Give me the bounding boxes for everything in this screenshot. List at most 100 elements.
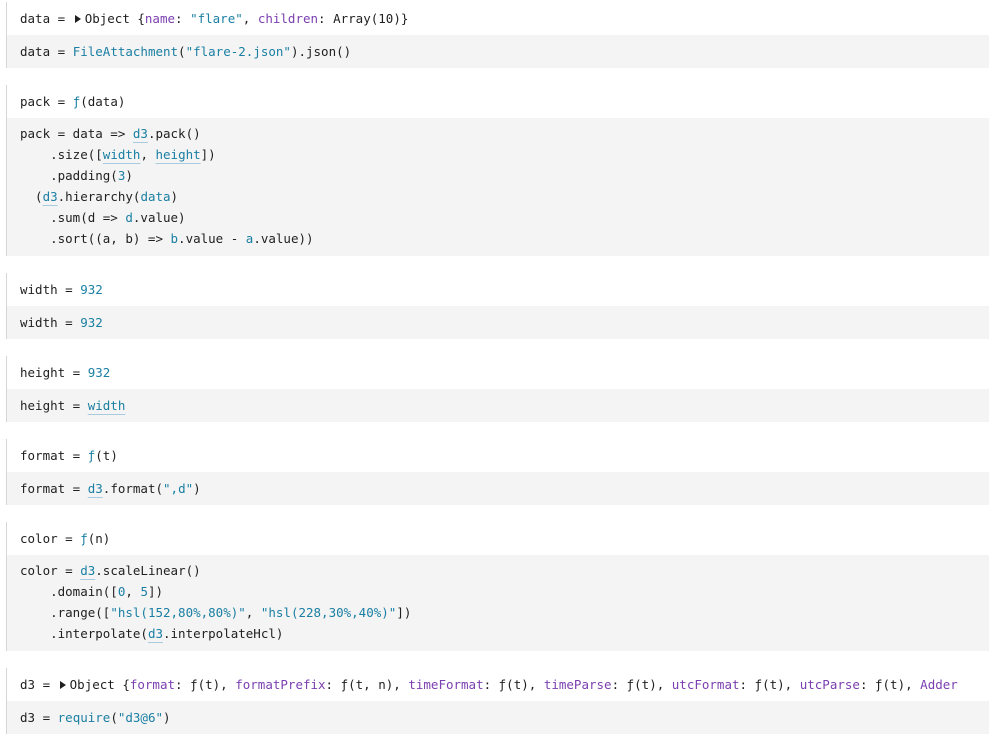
reference-link[interactable]: d3 <box>88 481 103 496</box>
variable: d <box>125 210 133 225</box>
cell-color[interactable]: color = ƒ(n) color = d3.scaleLinear() .d… <box>6 522 989 651</box>
code-text: ( <box>20 189 43 204</box>
number-value: 932 <box>80 282 103 297</box>
reference-link[interactable]: width <box>88 398 126 413</box>
code-text: .hierarchy( <box>57 189 141 204</box>
cell-name: width <box>20 315 58 330</box>
cell-name: pack <box>20 94 51 109</box>
code-text: , <box>140 147 156 162</box>
cell-width[interactable]: width = 932 width = 932 <box>6 273 989 339</box>
code-text: ]) <box>396 605 412 620</box>
reference-link[interactable]: width <box>103 147 141 162</box>
code-text: .interpolateHcl) <box>163 626 284 641</box>
string-literal: "d3@6" <box>117 710 164 725</box>
variable: b <box>170 231 179 246</box>
equals: = <box>65 365 88 380</box>
code-text: ]) <box>147 584 164 599</box>
cell-format-source[interactable]: format = d3.format(",d") <box>7 472 989 505</box>
code-text: .value) <box>132 210 186 225</box>
reference-link[interactable]: d3 <box>80 563 95 578</box>
equals: = <box>65 481 88 496</box>
expand-triangle-icon[interactable] <box>59 681 66 689</box>
comma: , <box>242 11 258 26</box>
object-key: formatPrefix <box>235 677 326 692</box>
object-key: timeParse <box>543 677 612 692</box>
function-name: require <box>57 710 111 725</box>
cell-name: d3 <box>20 710 36 725</box>
cell-name: width <box>20 282 58 297</box>
object-value: : ƒ(t), <box>739 677 800 692</box>
colon: : <box>318 11 334 26</box>
object-key: children <box>257 11 319 26</box>
string-literal: "hsl(152,80%,80%)" <box>110 605 246 620</box>
code-text: pack = data => <box>20 126 133 141</box>
object-value: : ƒ(t, n), <box>325 677 409 692</box>
string-literal: "flare-2.json" <box>185 44 291 59</box>
cell-pack-source[interactable]: pack = data => d3.pack() .size([width, h… <box>7 118 989 256</box>
cell-color-output[interactable]: color = ƒ(n) <box>7 522 989 555</box>
code-text: , <box>125 584 141 599</box>
cell-height-source[interactable]: height = width <box>7 389 989 422</box>
code-text: .format( <box>102 481 164 496</box>
cell-name: format <box>20 448 66 463</box>
cell-d3-source[interactable]: d3 = require("d3@6") <box>7 701 989 734</box>
cell-color-source[interactable]: color = d3.scaleLinear() .domain([0, 5])… <box>7 555 989 651</box>
number-value: 932 <box>87 365 111 380</box>
equals: = <box>35 677 58 692</box>
reference-link[interactable]: height <box>156 147 201 162</box>
cell-data-source[interactable]: data = FileAttachment("flare-2.json").js… <box>7 35 989 68</box>
number-literal: 932 <box>80 315 103 330</box>
cell-pack-output[interactable]: pack = ƒ(data) <box>7 85 989 118</box>
code-text: .padding( <box>20 168 118 183</box>
object-key: utcFormat <box>671 677 740 692</box>
code-text: color = <box>20 563 81 578</box>
object-type: Object { <box>84 11 145 26</box>
cell-width-output[interactable]: width = 932 <box>7 273 989 306</box>
cell-pack[interactable]: pack = ƒ(data) pack = data => d3.pack() … <box>6 85 989 256</box>
object-value: "flare" <box>190 11 243 26</box>
cell-data[interactable]: data = Object {name: "flare", children: … <box>6 2 989 68</box>
cell-height[interactable]: height = 932 height = width <box>6 356 989 422</box>
code-text: ) <box>170 189 179 204</box>
equals: = <box>65 448 88 463</box>
cell-data-output[interactable]: data = Object {name: "flare", children: … <box>7 2 989 35</box>
cell-d3-output[interactable]: d3 = Object {format: ƒ(t), formatPrefix:… <box>7 668 989 701</box>
code-text: ) <box>193 481 201 496</box>
object-key: Adder <box>920 677 958 692</box>
code-text: .pack() <box>147 126 201 141</box>
object-close: } <box>400 11 409 26</box>
equals: = <box>50 11 73 26</box>
function-args: (n) <box>87 531 111 546</box>
reference-link[interactable]: d3 <box>43 189 58 204</box>
cell-name: height <box>20 398 66 413</box>
object-value: : ƒ(t), <box>483 677 544 692</box>
equals: = <box>35 710 58 725</box>
reference-link[interactable]: d3 <box>133 126 148 141</box>
equals: = <box>57 531 81 546</box>
object-key: name <box>144 11 176 26</box>
object-key: utcParse <box>799 677 860 692</box>
cell-format-output[interactable]: format = ƒ(t) <box>7 439 989 472</box>
cell-height-output[interactable]: height = 932 <box>7 356 989 389</box>
object-value: : ƒ(t), <box>859 677 921 692</box>
function-args: (data) <box>80 94 126 109</box>
code-text: .range([ <box>20 605 111 620</box>
code-text: .interpolate( <box>20 626 148 641</box>
object-key: format <box>129 677 176 692</box>
cell-name: format <box>20 481 66 496</box>
object-value: : ƒ(t), <box>175 677 236 692</box>
cell-format[interactable]: format = ƒ(t) format = d3.format(",d") <box>6 439 989 505</box>
code-text: .sort((a, b) => <box>20 231 171 246</box>
paren: ) <box>163 710 171 725</box>
expand-triangle-icon[interactable] <box>74 15 81 23</box>
equals: = <box>50 94 73 109</box>
cell-width-source[interactable]: width = 932 <box>7 306 989 339</box>
object-type: Object { <box>69 677 130 692</box>
reference-link[interactable]: d3 <box>148 626 163 641</box>
code-text: ).json() <box>290 44 352 59</box>
cell-d3[interactable]: d3 = Object {format: ƒ(t), formatPrefix:… <box>6 668 989 734</box>
cell-name: data <box>20 11 51 26</box>
code-text: .value - <box>178 231 246 246</box>
variable: data <box>140 189 171 204</box>
code-text: .domain([ <box>20 584 118 599</box>
